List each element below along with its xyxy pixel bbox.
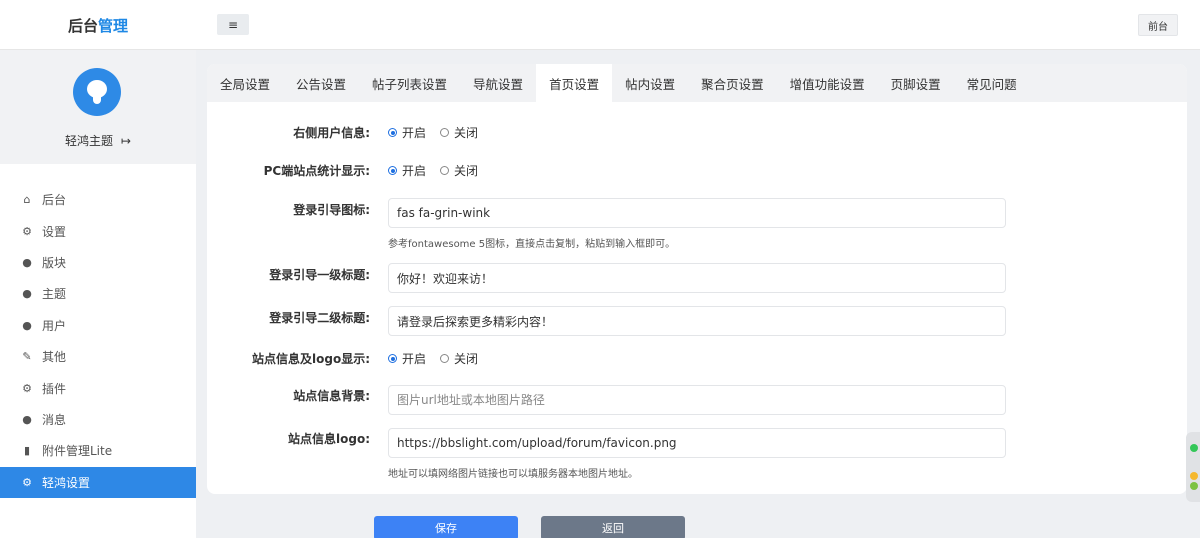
pc-stats-on[interactable]: 开启 bbox=[388, 162, 426, 179]
right-user-info-off[interactable]: 关闭 bbox=[440, 124, 478, 141]
sidebar-item-label: 其他 bbox=[42, 350, 67, 365]
wrench-icon: ✎ bbox=[22, 350, 32, 364]
logout-icon[interactable]: ↦ bbox=[121, 134, 131, 148]
tab-global[interactable]: 全局设置 bbox=[207, 64, 283, 102]
user-icon: ● bbox=[22, 318, 32, 332]
sidebar-item-label: 设置 bbox=[42, 224, 67, 239]
home-icon: ⌂ bbox=[23, 193, 31, 207]
tab-faq[interactable]: 常见问题 bbox=[954, 64, 1030, 102]
file-icon: ▮ bbox=[23, 444, 31, 458]
sidebar-item-dashboard[interactable]: ⌂ 后台 bbox=[0, 184, 196, 215]
sidebar-item-other[interactable]: ✎ 其他 bbox=[0, 341, 196, 372]
logo-accent-text: 管理 bbox=[98, 16, 129, 35]
pc-stats-radios: 开启 关闭 bbox=[388, 162, 478, 179]
radio-label: 开启 bbox=[402, 126, 427, 140]
sidebar-item-boards[interactable]: ● 版块 bbox=[0, 247, 196, 278]
pc-stats-label: PC端站点统计显示: bbox=[263, 164, 370, 178]
sidebar-item-label: 消息 bbox=[42, 412, 67, 427]
login-title2-input[interactable] bbox=[388, 306, 1006, 336]
sidebar-item-label: 轻鸿设置 bbox=[42, 475, 91, 490]
settings-tabs: 全局设置 公告设置 帖子列表设置 导航设置 首页设置 帖内设置 聚合页设置 增值… bbox=[207, 64, 1187, 102]
comment-icon: ● bbox=[22, 287, 32, 301]
sidebar-item-plugins[interactable]: ⚙ 插件 bbox=[0, 372, 196, 403]
site-bg-label: 站点信息背景: bbox=[293, 389, 370, 403]
floating-widget[interactable] bbox=[1186, 432, 1200, 502]
login-icon-label: 登录引导图标: bbox=[293, 203, 370, 217]
profile-name: 轻鸿主题 bbox=[64, 134, 113, 148]
sidebar-item-label: 用户 bbox=[42, 318, 67, 333]
radio-checked-icon[interactable] bbox=[388, 354, 397, 363]
menu-toggle-button[interactable]: ≡ bbox=[217, 14, 249, 35]
radio-label: 关闭 bbox=[454, 126, 479, 140]
sidebar-item-label: 版块 bbox=[42, 255, 67, 270]
login-title2-label: 登录引导二级标题: bbox=[269, 311, 370, 325]
sidebar-item-label: 主题 bbox=[42, 287, 67, 302]
avatar[interactable] bbox=[73, 68, 121, 116]
logo[interactable]: 后台 管理 bbox=[0, 0, 196, 50]
sidebar-item-topics[interactable]: ● 主题 bbox=[0, 278, 196, 309]
tab-announcement[interactable]: 公告设置 bbox=[283, 64, 359, 102]
status-icon bbox=[1190, 472, 1198, 480]
sidebar-item-label: 后台 bbox=[42, 193, 67, 208]
shield-icon bbox=[1190, 444, 1198, 452]
tab-navigation[interactable]: 导航设置 bbox=[460, 64, 536, 102]
tab-footer[interactable]: 页脚设置 bbox=[878, 64, 954, 102]
login-icon-input[interactable] bbox=[388, 198, 1006, 228]
site-logo-input[interactable] bbox=[388, 428, 1006, 458]
radio-label: 开启 bbox=[402, 164, 427, 178]
radio-unchecked-icon[interactable] bbox=[440, 166, 450, 175]
right-user-info-label: 右侧用户信息: bbox=[293, 126, 370, 140]
sidebar-item-label: 插件 bbox=[42, 381, 67, 396]
sidebar: 轻鸿主题 ↦ ⌂ 后台 ⚙ 设置 ● 版块 ● 主题 ● 用户 ✎ 其他 ⚙ 插件 ● 消息 ▮… bbox=[0, 50, 196, 538]
login-icon-hint: 参考fontawesome 5图标，直接点击复制，粘贴到输入框即可。 bbox=[388, 239, 676, 250]
site-logo-display-radios: 开启 关闭 bbox=[388, 350, 478, 367]
tab-post-detail[interactable]: 帖内设置 bbox=[612, 64, 688, 102]
settings-card: 全局设置 公告设置 帖子列表设置 导航设置 首页设置 帖内设置 聚合页设置 增值… bbox=[207, 64, 1187, 494]
tab-post-list[interactable]: 帖子列表设置 bbox=[359, 64, 460, 102]
sidebar-nav: ⌂ 后台 ⚙ 设置 ● 版块 ● 主题 ● 用户 ✎ 其他 ⚙ 插件 ● 消息 ▮ 附件管理Lit… bbox=[0, 184, 196, 498]
sidebar-item-settings[interactable]: ⚙ 设置 bbox=[0, 215, 196, 246]
site-logo-label: 站点信息logo: bbox=[288, 432, 370, 446]
site-logo-hint: 地址可以填网络图片链接也可以填服务器本地图片地址。 bbox=[388, 469, 638, 480]
right-user-info-on[interactable]: 开启 bbox=[388, 124, 426, 141]
back-button[interactable]: 返回 bbox=[541, 516, 685, 538]
front-site-button[interactable]: 前台 bbox=[1138, 14, 1178, 36]
sidebar-item-label: 附件管理Lite bbox=[42, 444, 113, 459]
login-title1-input[interactable] bbox=[388, 263, 1006, 293]
right-user-info-radios: 开启 关闭 bbox=[388, 124, 478, 141]
top-header: 后台 管理 ≡ 前台 bbox=[0, 0, 1200, 50]
radio-label: 关闭 bbox=[454, 352, 479, 366]
tab-aggregate[interactable]: 聚合页设置 bbox=[688, 64, 777, 102]
logo-text: 后台 bbox=[67, 16, 98, 35]
site-bg-input[interactable] bbox=[388, 385, 1006, 415]
radio-unchecked-icon[interactable] bbox=[440, 354, 450, 363]
site-logo-display-off[interactable]: 关闭 bbox=[440, 350, 478, 367]
site-logo-display-on[interactable]: 开启 bbox=[388, 350, 426, 367]
profile-panel: 轻鸿主题 ↦ bbox=[0, 50, 196, 164]
tab-value-added[interactable]: 增值功能设置 bbox=[777, 64, 878, 102]
login-title1-label: 登录引导一级标题: bbox=[269, 268, 370, 282]
sidebar-item-users[interactable]: ● 用户 bbox=[0, 310, 196, 341]
comment-icon: ● bbox=[22, 255, 32, 269]
bell-icon: ● bbox=[22, 412, 32, 426]
gear-icon: ⚙ bbox=[22, 475, 32, 489]
save-button[interactable]: 保存 bbox=[374, 516, 518, 538]
radio-label: 关闭 bbox=[454, 164, 479, 178]
cogs-icon: ⚙ bbox=[22, 381, 32, 395]
radio-label: 开启 bbox=[402, 352, 427, 366]
radio-checked-icon[interactable] bbox=[388, 166, 397, 175]
site-logo-display-label: 站点信息及logo显示: bbox=[252, 352, 370, 366]
gear-icon: ⚙ bbox=[22, 224, 32, 238]
radio-checked-icon[interactable] bbox=[388, 128, 397, 137]
sidebar-item-qinghong-settings[interactable]: ⚙ 轻鸿设置 bbox=[0, 466, 196, 498]
tab-homepage[interactable]: 首页设置 bbox=[536, 64, 613, 102]
radio-unchecked-icon[interactable] bbox=[440, 128, 450, 137]
sidebar-item-messages[interactable]: ● 消息 bbox=[0, 404, 196, 435]
profile-name-row: 轻鸿主题 ↦ bbox=[0, 132, 196, 149]
pc-stats-off[interactable]: 关闭 bbox=[440, 162, 478, 179]
sidebar-item-attachments[interactable]: ▮ 附件管理Lite bbox=[0, 435, 196, 466]
status-icon bbox=[1190, 482, 1198, 490]
